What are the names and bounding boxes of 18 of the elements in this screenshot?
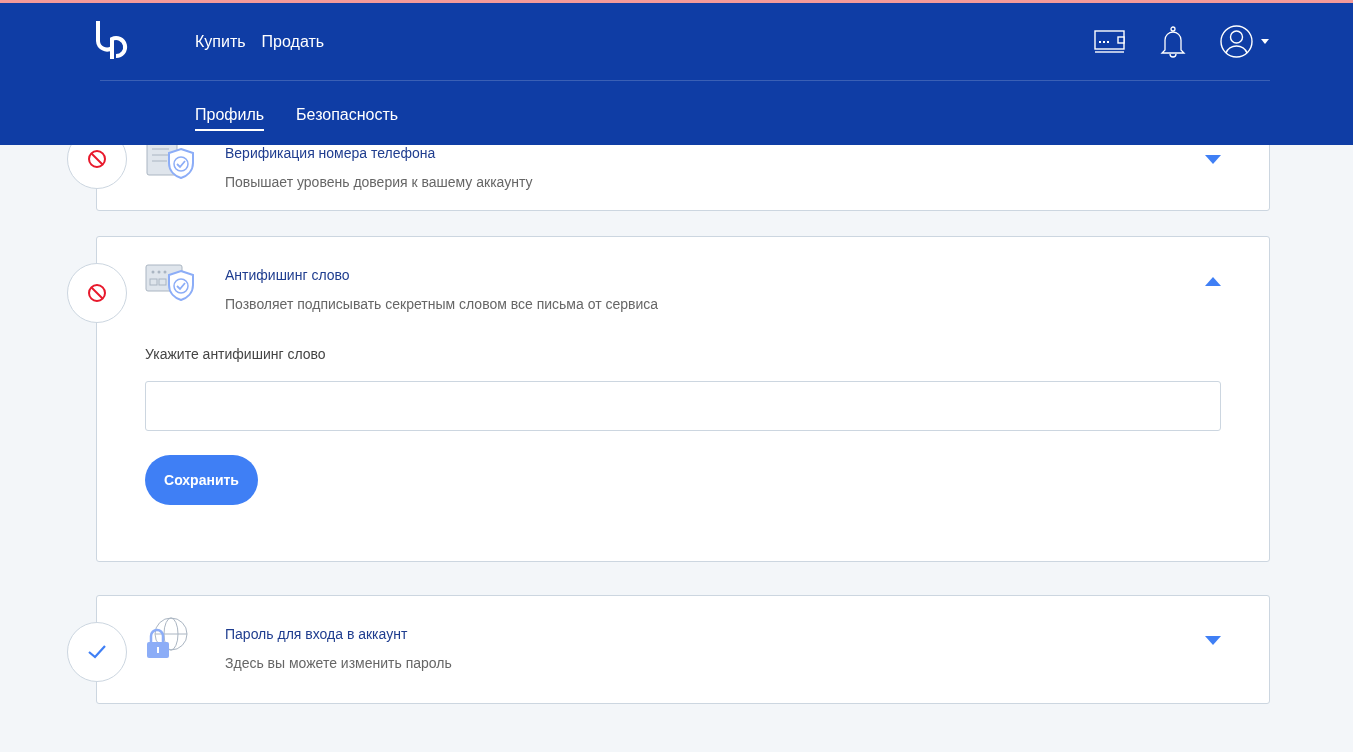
section-title: Антифишинг слово [225,266,351,285]
tab[interactable]: Профиль [195,103,265,131]
save-button[interactable]: Сохранить [145,455,258,505]
section-description: Позволяет подписывать секретным словом все письма от сервиса [225,295,660,314]
logo-icon[interactable] [95,18,129,61]
section-description: Повышает уровень доверия к вашему аккаунту [225,173,534,192]
section-title: Пароль для входа в аккаунт [225,625,409,644]
nav-link[interactable]: Продать [261,29,325,54]
input-field[interactable] [145,381,1221,431]
wallet-icon[interactable] [1094,28,1126,55]
field-label: Укажите антифишинг слово [145,345,327,364]
nav-link[interactable]: Купить [195,29,246,54]
bell-icon[interactable] [1160,25,1186,58]
section-title: Верификация номера телефона [225,144,437,163]
user-icon[interactable] [1220,25,1253,58]
caret-icon[interactable] [1261,39,1269,44]
section-description: Здесь вы можете изменить пароль [225,654,453,673]
tab[interactable]: Безопасность [296,103,399,131]
